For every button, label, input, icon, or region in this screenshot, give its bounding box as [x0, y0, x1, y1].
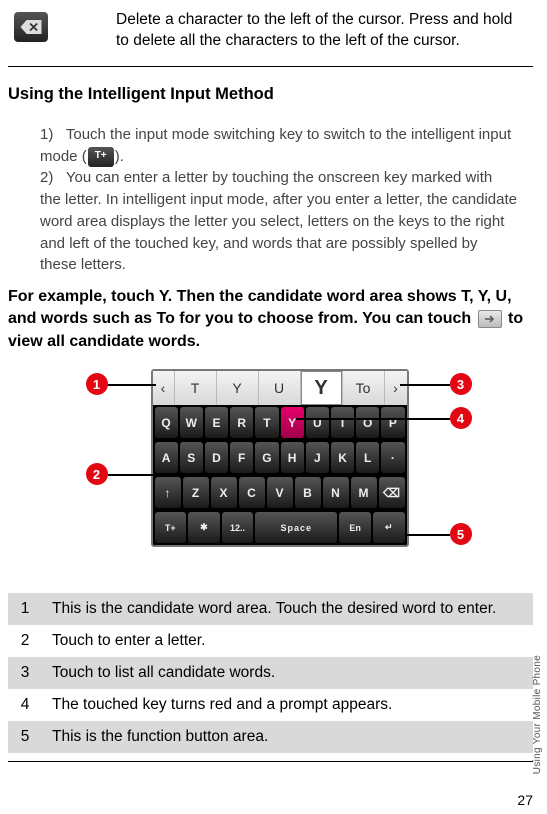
table-cell-number: 1 — [8, 593, 42, 625]
key: O — [356, 407, 379, 438]
key: T — [255, 407, 278, 438]
callout-1: 1 — [86, 373, 108, 395]
key: A — [155, 442, 178, 473]
table-row: 2 Touch to enter a letter. — [8, 625, 533, 657]
table-cell-text: This is the candidate word area. Touch t… — [42, 593, 533, 625]
key: S — [180, 442, 203, 473]
enter-key-icon: ↵ — [373, 512, 405, 543]
key: X — [211, 477, 237, 508]
key: K — [331, 442, 354, 473]
step-number-1: 1) — [40, 126, 53, 143]
keyboard-row-4: T+ ✱ 12.. Space En ↵ — [153, 510, 407, 545]
key: C — [239, 477, 265, 508]
key: I — [331, 407, 354, 438]
key-highlighted: Y — [281, 407, 304, 438]
table-cell-text: The touched key turns red and a prompt a… — [42, 689, 533, 721]
table-row: 1 This is the candidate word area. Touch… — [8, 593, 533, 625]
key: Q — [155, 407, 178, 438]
divider — [8, 66, 533, 67]
key: F — [230, 442, 253, 473]
backspace-key-icon: ⌫ — [379, 477, 405, 508]
footer-divider — [8, 761, 533, 762]
key: U — [306, 407, 329, 438]
candidate-item: Y — [217, 371, 259, 405]
keyboard-row-1: Q W E R T Y U I O P — [153, 405, 407, 440]
key: D — [205, 442, 228, 473]
callout-3: 3 — [450, 373, 472, 395]
key: W — [180, 407, 203, 438]
key: H — [281, 442, 304, 473]
candidate-item: U — [259, 371, 301, 405]
table-row: 5 This is the function button area. — [8, 721, 533, 753]
keyboard-illustration: ‹ T Y U Y To › Q W E R T Y U I O P A S D… — [56, 365, 486, 565]
callout-2: 2 — [86, 463, 108, 485]
leader-line — [400, 384, 450, 386]
key: V — [267, 477, 293, 508]
keyboard-row-3: ↑ Z X C V B N M ⌫ — [153, 475, 407, 510]
key: Z — [183, 477, 209, 508]
shift-key-icon: ↑ — [155, 477, 181, 508]
candidate-item: To — [343, 371, 385, 405]
callout-5: 5 — [450, 523, 472, 545]
mode-icon: T+ — [88, 147, 114, 167]
space-key: Space — [255, 512, 337, 543]
table-cell-text: Touch to list all candidate words. — [42, 657, 533, 689]
leader-line — [108, 384, 156, 386]
example-paragraph: For example, touch Y. Then the candidate… — [8, 286, 533, 353]
backspace-icon — [14, 12, 48, 42]
callout-description-table: 1 This is the candidate word area. Touch… — [8, 593, 533, 753]
leader-line — [296, 418, 450, 420]
symbol-key-icon: ✱ — [188, 512, 220, 543]
key: · — [381, 442, 404, 473]
step-number-2: 2) — [40, 169, 53, 186]
candidate-item: T — [175, 371, 217, 405]
numeric-key: 12.. — [222, 512, 254, 543]
onscreen-keyboard: ‹ T Y U Y To › Q W E R T Y U I O P A S D… — [151, 369, 409, 547]
candidate-word-area: ‹ T Y U Y To › — [153, 371, 407, 405]
callout-4: 4 — [450, 407, 472, 429]
table-cell-number: 3 — [8, 657, 42, 689]
key: M — [351, 477, 377, 508]
table-row: Delete a character to the left of the cu… — [8, 10, 533, 52]
key: L — [356, 442, 379, 473]
side-chapter-label: Using Your Mobile Phone — [532, 655, 543, 774]
table-cell-number: 2 — [8, 625, 42, 657]
expand-arrow-icon — [478, 310, 502, 328]
key: J — [306, 442, 329, 473]
key: P — [381, 407, 404, 438]
step-2-text: You can enter a letter by touching the o… — [40, 169, 517, 273]
keyboard-row-2: A S D F G H J K L · — [153, 440, 407, 475]
language-key: En — [339, 512, 371, 543]
table-row: 4 The touched key turns red and a prompt… — [8, 689, 533, 721]
candidate-next-icon: › — [385, 371, 407, 405]
table-cell-text: This is the function button area. — [42, 721, 533, 753]
leader-line — [406, 534, 450, 536]
delete-key-description: Delete a character to the left of the cu… — [116, 10, 533, 52]
table-row: 3 Touch to list all candidate words. — [8, 657, 533, 689]
key: G — [255, 442, 278, 473]
table-cell-number: 4 — [8, 689, 42, 721]
candidate-item-selected: Y — [301, 371, 343, 405]
key: E — [205, 407, 228, 438]
section-heading: Using the Intelligent Input Method — [8, 85, 533, 104]
candidate-prev-icon: ‹ — [153, 371, 175, 405]
page-number: 27 — [517, 792, 533, 808]
table-cell-number: 5 — [8, 721, 42, 753]
key: B — [295, 477, 321, 508]
mode-key: T+ — [155, 512, 187, 543]
step-1-text-b: ). — [115, 148, 124, 165]
key: N — [323, 477, 349, 508]
instruction-steps: 1) Touch the input mode switching key to… — [8, 124, 533, 276]
key: R — [230, 407, 253, 438]
example-text-a: For example, touch Y. Then the candidate… — [8, 288, 512, 327]
leader-line — [108, 474, 163, 476]
table-cell-text: Touch to enter a letter. — [42, 625, 533, 657]
